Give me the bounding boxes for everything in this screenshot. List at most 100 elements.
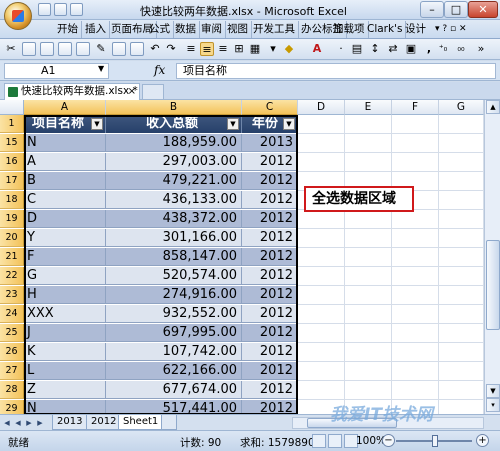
- close-tab-icon[interactable]: ×: [128, 84, 136, 99]
- sheet-tab-2012[interactable]: 2012: [86, 415, 122, 430]
- row-header[interactable]: 19: [0, 210, 24, 228]
- row-header[interactable]: 26: [0, 343, 24, 361]
- name-box[interactable]: A1: [4, 63, 109, 79]
- cell-year[interactable]: 2012: [242, 191, 298, 209]
- tab-view[interactable]: 视图: [224, 21, 252, 38]
- close-button[interactable]: ✕: [468, 1, 498, 18]
- spreadsheet-grid[interactable]: ABCDEFG 1 项目名称 ▼ 收入总额 ▼ 年份 ▼ 15 N 188,959.00 2013 1…: [0, 100, 484, 414]
- cell-amount[interactable]: 520,574.00: [106, 267, 242, 285]
- vertical-scrollbar[interactable]: ▲ ▼ ▾: [484, 100, 500, 414]
- row-header[interactable]: 23: [0, 286, 24, 304]
- save-icon[interactable]: [38, 3, 51, 16]
- cell-amount[interactable]: 436,133.00: [106, 191, 242, 209]
- last-sheet-icon[interactable]: ▶: [35, 417, 45, 429]
- cell-year[interactable]: 2012: [242, 324, 298, 342]
- column-header-c[interactable]: C: [242, 100, 298, 115]
- ribbon-extra-icons[interactable]: ▾ ? ▫ ✕: [432, 21, 470, 38]
- maximize-button[interactable]: □: [444, 1, 468, 18]
- formula-input[interactable]: 项目名称: [176, 63, 496, 79]
- column-header-a[interactable]: A: [24, 100, 106, 115]
- cell-year[interactable]: 2012: [242, 229, 298, 247]
- row-header[interactable]: 21: [0, 248, 24, 266]
- open-icon[interactable]: [58, 42, 72, 56]
- column-header-g[interactable]: G: [439, 100, 484, 115]
- cell-amount[interactable]: 677,674.00: [106, 381, 242, 399]
- table-header-cell[interactable]: 项目名称 ▼: [24, 115, 106, 133]
- cell-name[interactable]: H: [24, 286, 106, 304]
- first-sheet-icon[interactable]: ◀: [2, 417, 12, 429]
- decrease-font-icon[interactable]: ·: [334, 42, 348, 56]
- format-cells-icon[interactable]: ▤: [350, 42, 364, 56]
- filter-dropdown-icon[interactable]: ▼: [283, 118, 295, 130]
- cell-name[interactable]: A: [24, 153, 106, 171]
- cell-year[interactable]: 2012: [242, 400, 298, 414]
- cell-name[interactable]: C: [24, 191, 106, 209]
- scroll-down-icon[interactable]: ▼: [486, 384, 500, 398]
- row-header[interactable]: 28: [0, 381, 24, 399]
- redo-arrow-icon[interactable]: ↷: [164, 42, 178, 56]
- workbook-tab[interactable]: 快速比较两年数据.xlsx * ×: [4, 83, 140, 100]
- cell-year[interactable]: 2013: [242, 134, 298, 152]
- vertical-scroll-thumb[interactable]: [486, 240, 500, 330]
- cell-name[interactable]: Y: [24, 229, 106, 247]
- cell-year[interactable]: 2012: [242, 153, 298, 171]
- insert-function-button[interactable]: fx: [154, 63, 165, 77]
- table-header-cell[interactable]: 年份 ▼: [242, 115, 298, 133]
- cell-name[interactable]: N: [24, 400, 106, 414]
- column-header-d[interactable]: D: [298, 100, 345, 115]
- preview-icon[interactable]: [130, 42, 144, 56]
- copy-icon[interactable]: [22, 42, 36, 56]
- tab-add-ins[interactable]: 加载项: [330, 21, 369, 38]
- cell-name[interactable]: F: [24, 248, 106, 266]
- column-header-f[interactable]: F: [392, 100, 439, 115]
- tab-home[interactable]: 开始: [54, 21, 82, 38]
- cell-name[interactable]: D: [24, 210, 106, 228]
- row-header[interactable]: 16: [0, 153, 24, 171]
- sheet-tab-sheet1[interactable]: Sheet1: [118, 415, 164, 430]
- filter-dropdown-icon[interactable]: ▼: [227, 118, 239, 130]
- cell-amount[interactable]: 622,166.00: [106, 362, 242, 380]
- row-header[interactable]: 27: [0, 362, 24, 380]
- row-header[interactable]: 22: [0, 267, 24, 285]
- horizontal-scrollbar[interactable]: [292, 417, 484, 429]
- cell-year[interactable]: 2012: [242, 248, 298, 266]
- cell-year[interactable]: 2012: [242, 305, 298, 323]
- cell-name[interactable]: K: [24, 343, 106, 361]
- cell-name[interactable]: J: [24, 324, 106, 342]
- tab-insert[interactable]: 插入: [82, 21, 110, 38]
- sheet-tab-2013[interactable]: 2013: [52, 415, 88, 430]
- row-header[interactable]: 15: [0, 134, 24, 152]
- cell-amount[interactable]: 697,995.00: [106, 324, 242, 342]
- cell-year[interactable]: 2012: [242, 381, 298, 399]
- merge-icon[interactable]: ⊞: [232, 42, 246, 56]
- table-header-cell[interactable]: 收入总额 ▼: [106, 115, 242, 133]
- cell-amount[interactable]: 858,147.00: [106, 248, 242, 266]
- cell-name[interactable]: Z: [24, 381, 106, 399]
- comma-style-icon[interactable]: ,: [422, 42, 436, 56]
- fill-color-icon[interactable]: ◆: [282, 42, 296, 56]
- minimize-button[interactable]: –: [420, 1, 444, 18]
- zoom-slider-knob[interactable]: [432, 435, 438, 447]
- zoom-out-icon[interactable]: −: [382, 434, 395, 447]
- new-file-icon[interactable]: [40, 42, 54, 56]
- row-header[interactable]: 1: [0, 115, 24, 133]
- align-center-icon[interactable]: ≡: [200, 42, 214, 56]
- align-right-icon[interactable]: ≡: [216, 42, 230, 56]
- row-header[interactable]: 20: [0, 229, 24, 247]
- save-as-icon[interactable]: [76, 42, 90, 56]
- row-header[interactable]: 18: [0, 191, 24, 209]
- increase-decimal-icon[interactable]: ⁺₀: [436, 42, 450, 56]
- sort-icon[interactable]: ↕: [368, 42, 382, 56]
- cell-year[interactable]: 2012: [242, 172, 298, 190]
- align-left-icon[interactable]: ≡: [184, 42, 198, 56]
- undo-arrow-icon[interactable]: ↶: [148, 42, 162, 56]
- column-header-e[interactable]: E: [345, 100, 392, 115]
- cell-amount[interactable]: 274,916.00: [106, 286, 242, 304]
- row-header[interactable]: 25: [0, 324, 24, 342]
- office-button[interactable]: [4, 2, 32, 30]
- tab-developer[interactable]: 开发工具: [250, 21, 299, 38]
- column-header-b[interactable]: B: [106, 100, 242, 115]
- cell-amount[interactable]: 517,441.00: [106, 400, 242, 414]
- tab-formulas[interactable]: 公式: [146, 21, 174, 38]
- cell-year[interactable]: 2012: [242, 267, 298, 285]
